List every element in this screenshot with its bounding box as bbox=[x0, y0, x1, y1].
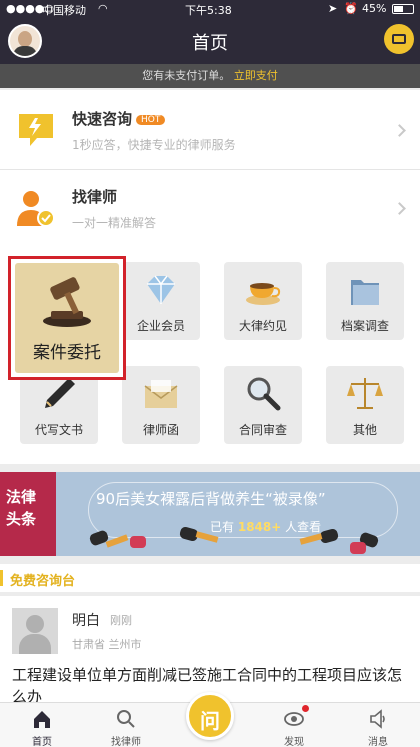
page-title: 首页 bbox=[192, 33, 228, 54]
grid-item-enterprise-member[interactable]: 企业会员 bbox=[122, 262, 200, 340]
legal-news-tag: 法律 头条 bbox=[0, 472, 56, 556]
tab-messages[interactable]: 消息 bbox=[336, 703, 420, 747]
grid-label: 企业会员 bbox=[136, 319, 185, 333]
grid-label: 案件委托 bbox=[33, 343, 101, 363]
find-lawyer-row[interactable]: 找律师 一对一精准解答 bbox=[0, 170, 420, 250]
carrier-label: 中国移动 bbox=[42, 4, 86, 17]
scales-icon bbox=[347, 378, 383, 409]
quick-consult-subtitle: 1秒应答，快捷专业的律师服务 bbox=[72, 138, 236, 152]
gavel-icon bbox=[43, 277, 91, 327]
hot-badge: HOT bbox=[136, 114, 166, 125]
grid-item-lawyer-letter[interactable]: 律师函 bbox=[122, 366, 200, 444]
pay-now-link[interactable]: 立即支付 bbox=[234, 69, 278, 82]
location-icon: ➤ bbox=[328, 2, 338, 15]
tab-find-lawyer[interactable]: 找律师 bbox=[84, 703, 168, 747]
free-consult-header: 免费咨询台 bbox=[0, 564, 420, 592]
battery-level bbox=[394, 6, 403, 12]
diamond-icon bbox=[147, 275, 175, 304]
find-lawyer-title: 找律师 bbox=[72, 188, 118, 206]
folder-icon bbox=[351, 280, 379, 305]
consult-item[interactable]: 明白 刚刚 甘肃省 兰州市 工程建设单位单方面削减已签施工合同中的工程项目应该怎… bbox=[0, 596, 420, 706]
grid-item-archive-investigation[interactable]: 档案调查 bbox=[326, 262, 404, 340]
grid-label: 大律约见 bbox=[238, 319, 287, 333]
alarm-icon: ⏰ bbox=[344, 2, 358, 15]
grid-label: 代写文书 bbox=[34, 423, 83, 437]
quick-consult-row[interactable]: 快速咨询 HOT 1秒应答，快捷专业的律师服务 bbox=[0, 90, 420, 170]
avatar-head-shape bbox=[26, 615, 44, 633]
tab-label: 消息 bbox=[368, 737, 388, 747]
legal-news-tag-line2: 头条 bbox=[6, 510, 37, 528]
tab-home[interactable]: 首页 bbox=[0, 703, 84, 747]
ask-button[interactable]: 问 bbox=[186, 692, 234, 740]
eye-icon bbox=[284, 712, 304, 726]
app-screen: ●●●●○ 中国移动 ◠ 下午5:38 ➤ ⏰ 45% 首页 您有未支付订单。 … bbox=[0, 0, 420, 747]
lawyer-person-icon bbox=[17, 191, 55, 227]
coffee-cup-icon bbox=[246, 283, 281, 305]
chevron-right-icon bbox=[393, 124, 406, 137]
consult-user-name: 明白 bbox=[72, 613, 100, 629]
tab-label: 发现 bbox=[284, 737, 304, 747]
legal-news-banner[interactable]: 法律 头条 90后美女裸露后背做养生“被录像” 已有 1848+ 人查看 bbox=[0, 472, 420, 556]
free-consult-title: 免费咨询台 bbox=[10, 574, 76, 589]
consult-location: 甘肃省 兰州市 bbox=[72, 638, 142, 651]
unpaid-notice: 您有未支付订单。 立即支付 bbox=[0, 64, 420, 88]
magnifier-icon bbox=[247, 377, 281, 411]
section-accent-bar bbox=[0, 570, 3, 586]
ticket-button[interactable] bbox=[384, 24, 414, 54]
banner-headline: 90后美女裸露后背做养生“被录像” bbox=[96, 490, 326, 508]
battery-percent: 45% bbox=[362, 2, 387, 15]
battery-icon bbox=[392, 4, 414, 14]
grid-label: 其他 bbox=[352, 423, 377, 437]
ask-button-label: 问 bbox=[200, 709, 220, 733]
envelope-icon bbox=[144, 380, 178, 408]
case-entrust-tile: 案件委托 bbox=[15, 263, 119, 373]
status-bar: ●●●●○ 中国移动 ◠ 下午5:38 ➤ ⏰ 45% bbox=[0, 0, 420, 18]
avatar-body-shape bbox=[19, 634, 51, 654]
search-icon bbox=[117, 710, 135, 728]
grid-item-lawyer-meeting[interactable]: 大律约见 bbox=[224, 262, 302, 340]
notice-text: 您有未支付订单。 bbox=[142, 69, 231, 82]
chevron-right-icon bbox=[393, 202, 406, 215]
grid-label: 档案调查 bbox=[340, 319, 389, 333]
speaker-icon bbox=[370, 709, 385, 729]
grid-item-contract-review[interactable]: 合同审查 bbox=[224, 366, 302, 444]
ticket-icon bbox=[392, 34, 406, 44]
pen-icon bbox=[45, 378, 75, 408]
default-avatar-icon bbox=[12, 608, 58, 654]
clock: 下午5:38 bbox=[185, 4, 232, 17]
quick-consult-icon bbox=[19, 114, 53, 146]
microphones-illustration bbox=[89, 526, 379, 554]
notification-dot bbox=[302, 705, 309, 712]
wifi-icon: ◠ bbox=[98, 2, 108, 15]
grid-item-other[interactable]: 其他 bbox=[326, 366, 404, 444]
quick-consult-title: 快速咨询 HOT bbox=[72, 108, 166, 129]
quick-consult-label: 快速咨询 bbox=[72, 110, 133, 128]
grid-label: 合同审查 bbox=[238, 423, 287, 437]
nav-bar: 首页 bbox=[0, 18, 420, 64]
consult-time: 刚刚 bbox=[110, 614, 132, 627]
grid-item-case-entrust[interactable]: 案件委托 bbox=[8, 256, 126, 380]
find-lawyer-subtitle: 一对一精准解答 bbox=[72, 216, 157, 230]
tab-discover[interactable]: 发现 bbox=[252, 703, 336, 747]
home-icon bbox=[34, 711, 50, 728]
tab-label: 找律师 bbox=[111, 737, 141, 747]
legal-news-tag-line1: 法律 bbox=[6, 488, 37, 506]
tab-label: 首页 bbox=[32, 737, 52, 747]
grid-label: 律师函 bbox=[142, 423, 179, 437]
